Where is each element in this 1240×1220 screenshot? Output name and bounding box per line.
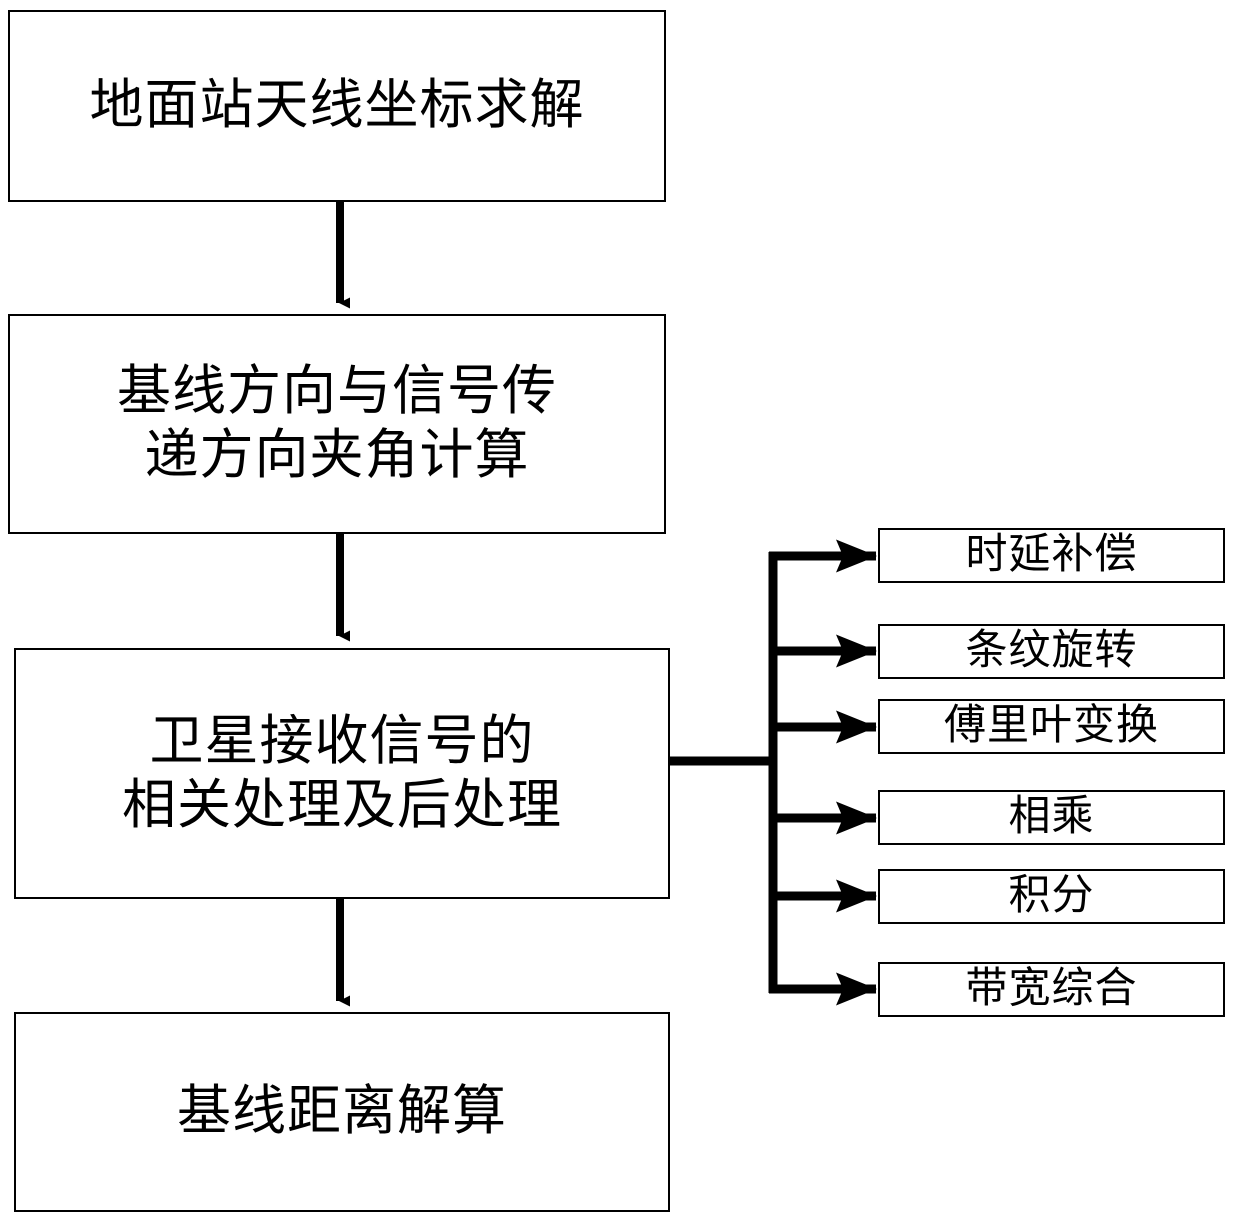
substep-node-delay-compensation[interactable]: 时延补偿 [878, 528, 1225, 583]
substep-node-fourier-transform[interactable]: 傅里叶变换 [878, 699, 1225, 754]
node-label: 相乘 [1008, 793, 1095, 840]
node-label: 卫星接收信号的 相关处理及后处理 [122, 710, 562, 835]
substep-node-bandwidth-synthesis[interactable]: 带宽综合 [878, 962, 1225, 1017]
node-label: 基线方向与信号传 递方向夹角计算 [117, 361, 557, 485]
flowchart-canvas: 地面站天线坐标求解 基线方向与信号传 递方向夹角计算 卫星接收信号的 相关处理及… [0, 0, 1240, 1220]
process-node-ground-station-antenna-coordinates[interactable]: 地面站天线坐标求解 [8, 10, 666, 202]
substep-node-multiplication[interactable]: 相乘 [878, 790, 1225, 845]
node-label: 傅里叶变换 [943, 702, 1159, 749]
node-label: 积分 [1008, 872, 1095, 919]
node-label: 基线距离解算 [177, 1081, 507, 1142]
process-node-baseline-distance-solution[interactable]: 基线距离解算 [14, 1012, 670, 1212]
node-label: 带宽综合 [965, 965, 1138, 1012]
substep-node-integration[interactable]: 积分 [878, 869, 1225, 924]
node-label: 地面站天线坐标求解 [89, 75, 585, 136]
substep-node-fringe-rotation[interactable]: 条纹旋转 [878, 624, 1225, 679]
process-node-satellite-signal-correlation[interactable]: 卫星接收信号的 相关处理及后处理 [14, 648, 670, 899]
node-label: 条纹旋转 [965, 627, 1138, 674]
process-node-baseline-signal-angle[interactable]: 基线方向与信号传 递方向夹角计算 [8, 314, 666, 534]
node-label: 时延补偿 [965, 531, 1138, 578]
